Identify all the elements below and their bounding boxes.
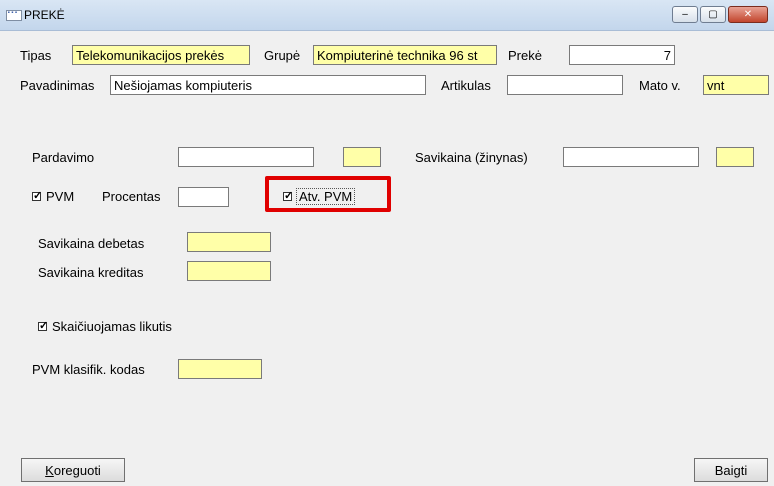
preke-field[interactable] — [569, 45, 675, 65]
artikulas-field[interactable] — [507, 75, 623, 95]
atv-pvm-checkbox[interactable] — [283, 189, 293, 202]
mato-label: Mato v. — [639, 78, 681, 93]
procentas-label: Procentas — [102, 189, 161, 204]
close-icon: ✕ — [743, 9, 753, 20]
form-body — [0, 31, 774, 486]
pardavimo-small-field[interactable] — [343, 147, 381, 167]
maximize-icon: ▢ — [708, 9, 718, 20]
savikaina-zinynas-small-field[interactable] — [716, 147, 754, 167]
pavadinimas-label: Pavadinimas — [20, 78, 95, 93]
atv-pvm-label: Atv. PVM — [296, 188, 356, 205]
savikaina-kreditas-field[interactable] — [187, 261, 271, 281]
skaiciuojamas-label: Skaičiuojamas likutis — [52, 319, 172, 334]
mato-field[interactable] — [703, 75, 769, 95]
app-icon-glyph: ▪▪▪ — [7, 9, 18, 16]
minimize-button[interactable]: – — [672, 6, 698, 23]
tipas-field[interactable] — [72, 45, 250, 65]
maximize-button[interactable]: ▢ — [700, 6, 726, 23]
grupe-field[interactable] — [313, 45, 497, 65]
savikaina-kreditas-label: Savikaina kreditas — [38, 265, 144, 280]
procentas-field[interactable] — [178, 187, 229, 207]
savikaina-debetas-field[interactable] — [187, 232, 271, 252]
koreguoti-button[interactable]: Koreguoti — [21, 458, 125, 482]
pvm-label: PVM — [46, 189, 75, 204]
savikaina-zinynas-label: Savikaina (žinynas) — [415, 150, 528, 165]
preke-label: Prekė — [508, 48, 542, 63]
window-title: PREKĖ — [24, 8, 65, 22]
minimize-icon: – — [682, 9, 688, 20]
close-button[interactable]: ✕ — [728, 6, 768, 23]
pavadinimas-field[interactable] — [110, 75, 426, 95]
pvm-klasifik-label: PVM klasifik. kodas — [32, 362, 145, 377]
baigti-button[interactable]: Baigti — [694, 458, 768, 482]
savikaina-zinynas-field[interactable] — [563, 147, 699, 167]
pvm-checkbox[interactable] — [32, 189, 42, 202]
skaiciuojamas-checkbox[interactable] — [38, 319, 48, 332]
grupe-label: Grupė — [264, 48, 301, 63]
savikaina-debetas-label: Savikaina debetas — [38, 236, 145, 251]
artikulas-label: Artikulas — [441, 78, 491, 93]
tipas-label: Tipas — [20, 48, 52, 63]
pvm-klasifik-field[interactable] — [178, 359, 262, 379]
pardavimo-field[interactable] — [178, 147, 314, 167]
title-bar[interactable] — [0, 0, 774, 31]
pardavimo-label: Pardavimo — [32, 150, 95, 165]
